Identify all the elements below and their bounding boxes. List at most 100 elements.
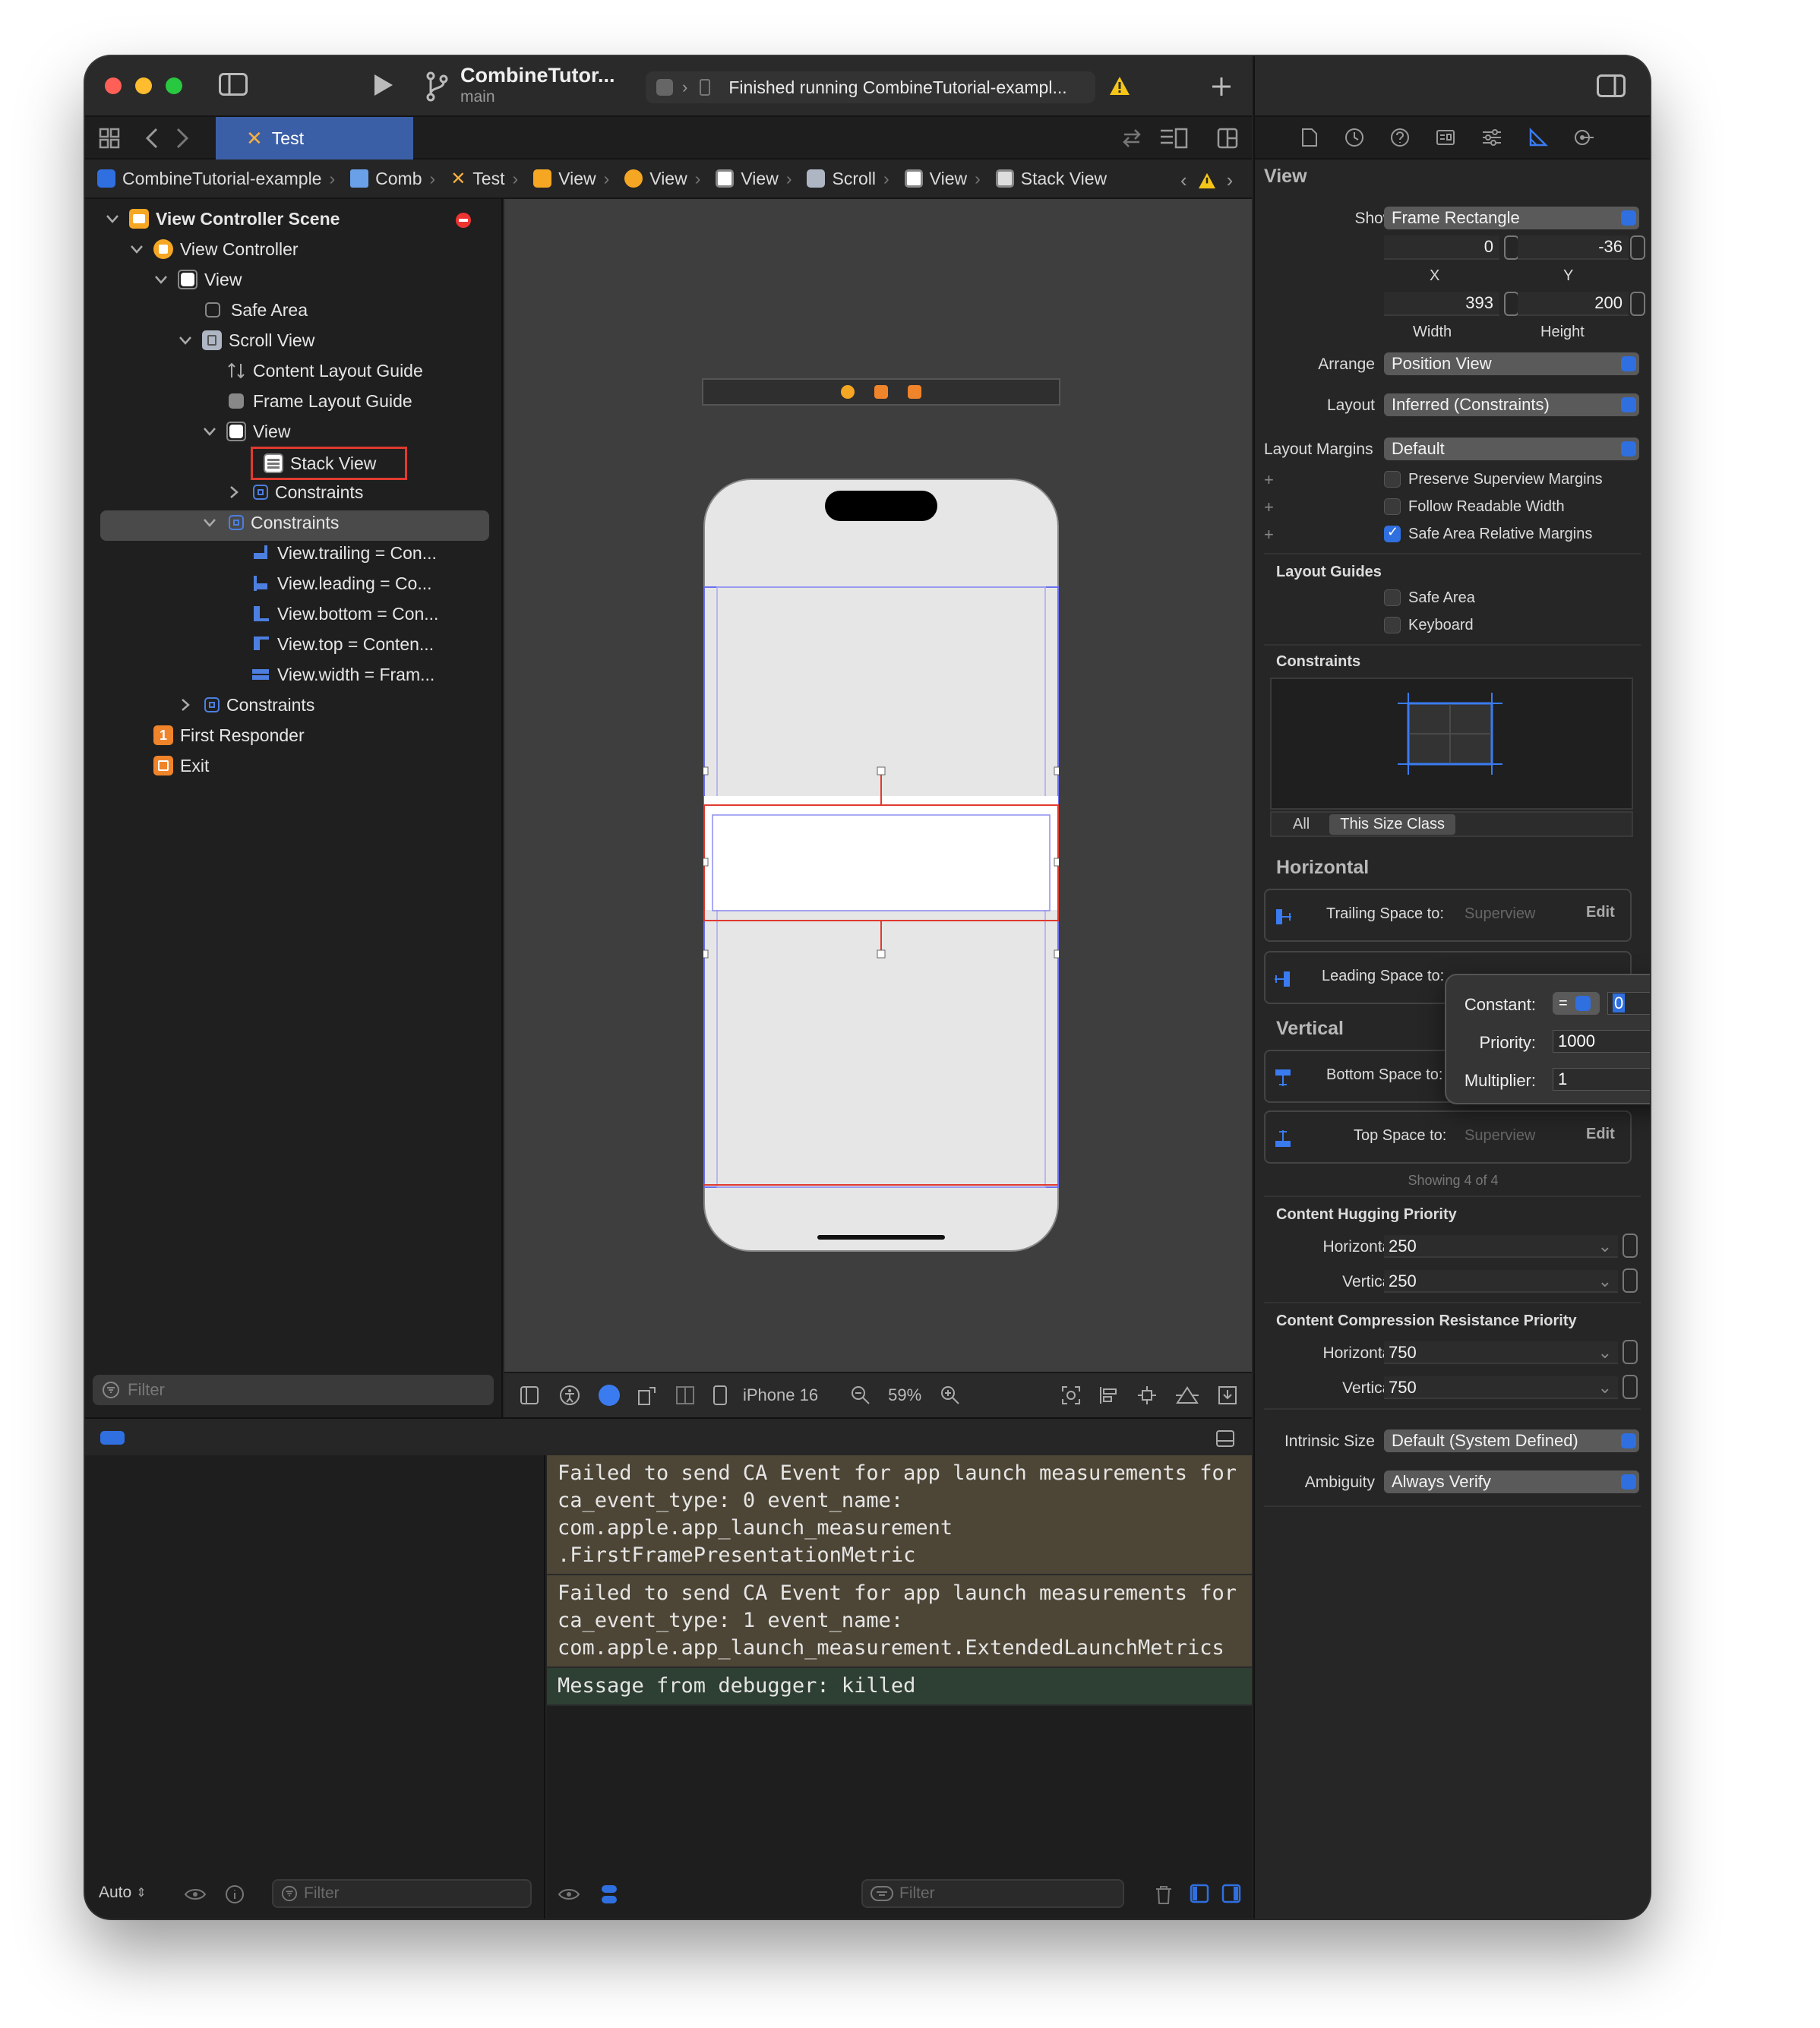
tab-this-size-class[interactable]: This Size Class [1329,813,1456,835]
compression-horizontal-field[interactable]: 750 ⌄ [1384,1341,1618,1364]
priority-field[interactable]: 1000⌄ [1553,1030,1650,1053]
hide-debug-area-icon[interactable] [1215,1429,1235,1448]
chevron-down-icon[interactable] [153,272,169,287]
ambiguity-popup[interactable]: Always Verify [1384,1470,1639,1493]
y-stepper[interactable] [1630,235,1645,260]
outline-item-stack-view[interactable]: Stack View [251,447,408,480]
breadcrumb-inner-view[interactable]: View › [904,159,981,198]
iphone-preview[interactable] [703,479,1059,1252]
attributes-inspector-icon[interactable] [1481,128,1502,147]
outline-item-constraint-trailing[interactable]: View.trailing = Con... [251,538,437,568]
chevron-right-icon[interactable] [226,485,242,500]
outline-filter-field[interactable]: Filter [93,1375,494,1405]
layout-popup[interactable]: Inferred (Constraints) [1384,393,1639,416]
layout-icon[interactable] [675,1385,696,1406]
outline-toggle-icon[interactable] [520,1385,539,1405]
outline-item-constraints-collapsed[interactable]: Constraints [226,477,363,507]
breadcrumb-scroll[interactable]: Scroll › [807,159,889,198]
appearance-icon[interactable] [599,1385,620,1406]
trash-icon[interactable] [1155,1885,1173,1905]
show-popup[interactable]: Frame Rectangle [1384,207,1639,229]
inspector-toggle-icon[interactable] [1597,74,1626,97]
minimize-window-button[interactable] [135,77,152,94]
add-constraints-icon[interactable] [1136,1385,1158,1406]
first-responder-dock-icon[interactable] [874,385,888,399]
width-field[interactable]: 393 [1384,292,1499,316]
chevron-down-icon[interactable]: ⌄ [1598,1376,1612,1399]
intrinsic-size-popup[interactable]: Default (System Defined) [1384,1429,1639,1452]
accessibility-icon[interactable] [559,1385,580,1406]
run-icon[interactable] [372,73,395,97]
constraint-card-trailing[interactable]: Trailing Space to: Superview Edit [1264,889,1632,942]
close-window-button[interactable] [105,77,122,94]
chevron-down-icon[interactable] [129,242,144,257]
chevron-right-icon[interactable] [178,697,193,712]
variables-filter-field[interactable]: Filter [272,1879,532,1908]
compression-horizontal-stepper[interactable] [1623,1340,1638,1364]
hugging-vertical-stepper[interactable] [1623,1268,1638,1293]
compression-vertical-field[interactable]: 750 ⌄ [1384,1376,1618,1399]
breadcrumb-view[interactable]: View › [716,159,792,198]
device-icon[interactable] [713,1385,728,1406]
rotate-icon[interactable] [637,1385,658,1406]
outline-item-constraints-scroll[interactable]: Constraints [178,690,314,720]
resolve-issues-icon[interactable] [1174,1385,1200,1406]
width-stepper[interactable] [1504,292,1519,316]
embed-in-icon[interactable] [1217,1385,1238,1406]
hugging-horizontal-stepper[interactable] [1623,1234,1638,1258]
warning-icon[interactable] [1109,76,1130,96]
warning-icon[interactable] [1198,172,1216,189]
grid-icon[interactable] [99,128,120,149]
outline-item-content-layout-guide[interactable]: Content Layout Guide [226,355,423,386]
breadcrumb-stack[interactable]: Stack View [995,159,1107,198]
outline-item-scroll-view[interactable]: Scroll View [178,325,314,355]
outline-item-constraint-bottom[interactable]: View.bottom = Con... [251,599,438,629]
outline-item-constraints-expanded[interactable]: Constraints [202,507,339,538]
chevron-down-icon[interactable] [105,211,120,226]
plus-icons[interactable]: + + + [1264,466,1274,548]
hugging-vertical-field[interactable]: 250 ⌄ [1384,1270,1618,1293]
interface-builder-canvas[interactable] [504,199,1252,1372]
chevron-down-icon[interactable]: ⌄ [1598,1270,1612,1293]
zoom-window-button[interactable] [166,77,182,94]
safe-area-guide-checkbox[interactable] [1384,589,1401,606]
breadcrumb-folder[interactable]: Comb › [350,159,435,198]
editor-options-icon[interactable] [1159,128,1190,149]
keyboard-guide-checkbox[interactable] [1384,617,1401,633]
height-field[interactable]: 200 [1518,292,1629,316]
scheme-title[interactable]: CombineTutor... [460,64,615,87]
controller-dock-icon[interactable] [841,385,855,399]
outline-item-constraint-leading[interactable]: View.leading = Co... [251,568,432,599]
preserve-margins-checkbox[interactable] [1384,471,1401,488]
outline-item-safe-area[interactable]: Safe Area [202,295,308,325]
chevron-down-icon[interactable] [202,515,217,530]
console-options-icon[interactable] [600,1884,618,1905]
console-output[interactable]: Failed to send CA Event for app launch m… [547,1455,1252,1919]
size-inspector-icon[interactable] [1528,128,1548,147]
console-filter-field[interactable]: Filter [861,1879,1124,1908]
x-stepper[interactable] [1504,235,1519,260]
constraint-card-top[interactable]: Top Space to: Superview Edit [1264,1110,1632,1164]
split-editor-icon[interactable] [1217,128,1238,149]
history-inspector-icon[interactable] [1344,128,1364,147]
chevron-down-icon[interactable] [178,333,193,348]
navigator-toggle-icon[interactable] [219,73,248,96]
tab-test[interactable]: ✕ Test [216,117,413,160]
debug-toggle-icon[interactable] [100,1431,125,1445]
chevron-down-icon[interactable]: ⌄ [1598,1341,1612,1364]
chevron-right-icon[interactable]: › [1227,169,1234,192]
update-frames-icon[interactable] [1060,1385,1082,1406]
edit-button[interactable]: Edit [1586,1126,1615,1143]
constant-field[interactable]: 0⌄ [1607,992,1650,1015]
breadcrumb-project[interactable]: CombineTutorial-example › [97,159,335,198]
hugging-horizontal-field[interactable]: 250 ⌄ [1384,1235,1618,1258]
readable-width-checkbox[interactable] [1384,498,1401,515]
swap-icon[interactable] [1121,128,1142,149]
file-inspector-icon[interactable] [1300,128,1319,147]
margins-popup[interactable]: Default [1384,438,1639,460]
zoom-in-icon[interactable] [940,1385,961,1406]
eye-icon[interactable] [184,1887,207,1902]
connections-inspector-icon[interactable] [1574,128,1595,147]
outline-item-exit[interactable]: Exit [153,750,209,781]
outline-item-view-controller[interactable]: View Controller [129,234,299,264]
